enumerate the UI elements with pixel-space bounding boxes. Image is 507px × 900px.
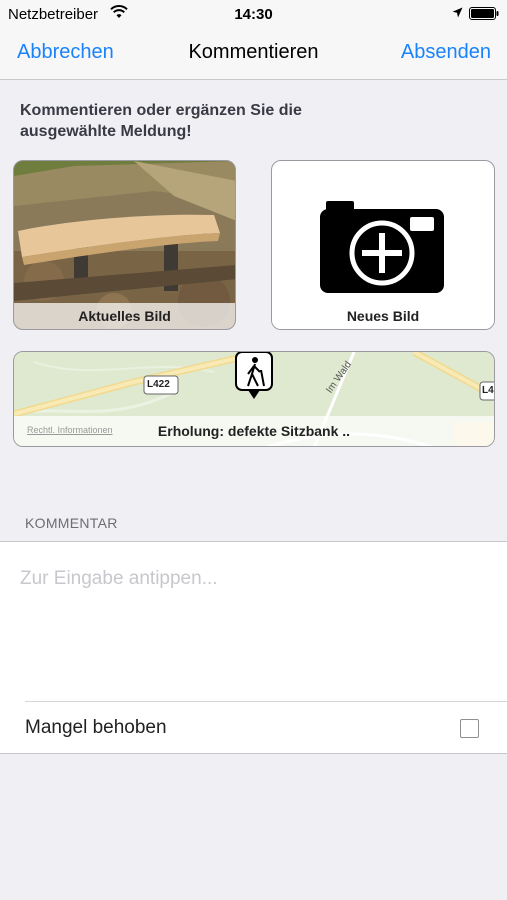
- road-label-right: L4: [482, 385, 494, 396]
- comment-input[interactable]: [20, 568, 490, 688]
- map-legal-link[interactable]: Rechtl. Informationen: [27, 425, 113, 435]
- road-label-l422: L422: [147, 379, 170, 390]
- defect-fixed-label: Mangel behoben: [25, 717, 167, 738]
- navigation-bar: Abbrechen Kommentieren Absenden: [0, 28, 507, 80]
- report-map-tile[interactable]: L422 L4 Im Wald Rechtl. Informationen Er…: [13, 351, 495, 447]
- comment-section-header: KOMMENTAR: [25, 515, 118, 531]
- intro-text: Kommentieren oder ergänzen Sie die ausge…: [20, 102, 302, 140]
- current-image-tile[interactable]: Aktuelles Bild: [13, 160, 236, 330]
- new-image-button[interactable]: Neues Bild: [271, 160, 495, 330]
- send-button[interactable]: Absenden: [401, 41, 491, 64]
- row-separator: [25, 701, 507, 702]
- new-image-label: Neues Bild: [272, 303, 494, 329]
- defect-fixed-checkbox[interactable]: [460, 719, 479, 738]
- battery-icon: [469, 7, 499, 20]
- defect-fixed-row[interactable]: Mangel behoben: [0, 701, 507, 754]
- status-bar: Netzbetreiber 14:30: [0, 0, 507, 28]
- status-time: 14:30: [234, 6, 273, 23]
- comment-cell: [0, 541, 507, 701]
- current-image-label: Aktuelles Bild: [14, 303, 235, 329]
- add-photo-camera-icon: [320, 201, 444, 293]
- location-arrow-icon: [452, 7, 463, 18]
